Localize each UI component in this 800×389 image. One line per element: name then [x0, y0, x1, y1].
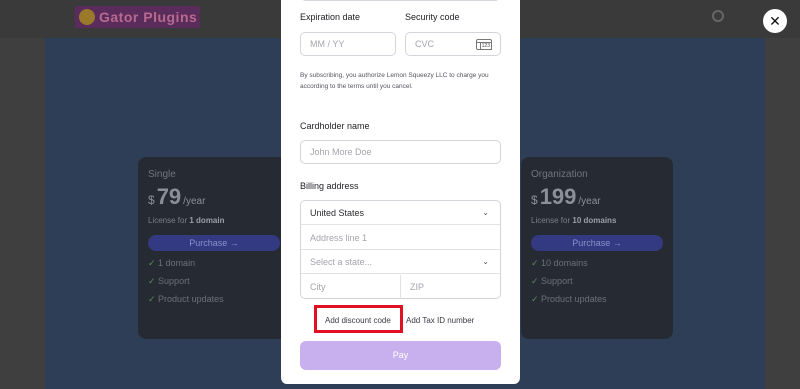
pay-button[interactable]: Pay — [300, 341, 501, 370]
feature-item: Product updates — [531, 294, 663, 305]
logo-icon — [79, 9, 95, 25]
purchase-button: Purchase → — [531, 235, 663, 251]
price-period: /year — [578, 196, 601, 207]
expiration-label: Expiration date — [300, 12, 361, 22]
pricing-card-organization: Organization $ 199 /year License for 10 … — [521, 157, 673, 339]
pricing-card-single: Single $ 79 /year License for 1 domain P… — [138, 157, 290, 339]
price-period: /year — [183, 196, 206, 207]
billing-address-group: United States ⌄ Address line 1 Select a … — [300, 200, 501, 299]
cardholder-label: Cardholder name — [300, 121, 370, 131]
license-prefix: License for — [531, 216, 571, 225]
license-text: License for 1 domain — [148, 216, 280, 225]
chevron-down-icon: ⌄ — [482, 208, 489, 217]
site-logo: Gator Plugins — [75, 6, 200, 28]
card-cvc-icon — [476, 39, 492, 50]
subscription-terms: By subscribing, you authorize Lemon Sque… — [300, 72, 489, 90]
license-count: 10 domains — [572, 216, 617, 225]
close-icon: ✕ — [769, 12, 781, 29]
plan-price: $ 79 /year — [148, 184, 280, 210]
country-value: United States — [310, 208, 365, 218]
feature-item: Product updates — [148, 294, 280, 305]
plan-name: Organization — [531, 169, 588, 180]
security-code-input[interactable]: CVC — [405, 32, 501, 56]
license-prefix: License for — [148, 216, 188, 225]
state-placeholder: Select a state... — [310, 257, 373, 267]
add-tax-id-link[interactable]: Add Tax ID number — [406, 316, 474, 325]
city-zip-divider — [400, 275, 401, 299]
price-currency: $ — [531, 193, 538, 207]
cardholder-input[interactable]: John More Doe — [300, 140, 501, 164]
checkout-modal: Expiration date MM / YY Security code CV… — [281, 0, 520, 384]
price-currency: $ — [148, 193, 155, 207]
security-code-label: Security code — [405, 12, 460, 22]
zip-input[interactable]: ZIP — [410, 275, 424, 299]
license-text: License for 10 domains — [531, 216, 663, 225]
address-line-input[interactable]: Address line 1 — [301, 226, 500, 250]
feature-item: Support — [531, 276, 663, 287]
plan-price: $ 199 /year — [531, 184, 663, 210]
previous-field-edge — [300, 0, 501, 1]
search-icon — [712, 10, 724, 22]
add-discount-code-link[interactable]: Add discount code — [325, 316, 391, 325]
country-select[interactable]: United States ⌄ — [301, 201, 500, 225]
state-select[interactable]: Select a state... ⌄ — [301, 250, 500, 274]
expiration-input[interactable]: MM / YY — [300, 32, 396, 56]
price-amount: 199 — [539, 184, 577, 209]
license-count: 1 domain — [189, 216, 225, 225]
city-input[interactable]: City — [310, 282, 326, 292]
plan-name: Single — [148, 169, 176, 180]
logo-text: Gator Plugins — [99, 9, 198, 25]
feature-item: 10 domains — [531, 258, 663, 269]
close-button[interactable]: ✕ — [763, 9, 787, 33]
billing-address-label: Billing address — [300, 181, 359, 191]
price-amount: 79 — [156, 184, 182, 209]
feature-item: Support — [148, 276, 280, 287]
chevron-down-icon: ⌄ — [482, 257, 489, 266]
feature-item: 1 domain — [148, 258, 280, 269]
security-code-placeholder: CVC — [415, 39, 435, 49]
purchase-button: Purchase → — [148, 235, 280, 251]
